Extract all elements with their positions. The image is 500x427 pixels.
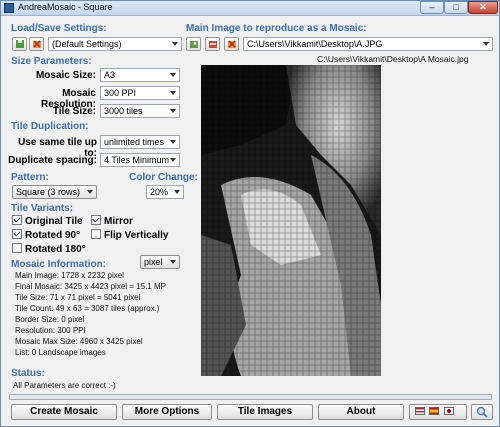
save-settings-button[interactable]: [12, 37, 27, 51]
info-unit-value: pixel: [144, 257, 163, 267]
chevron-down-icon: [170, 109, 176, 113]
color-change-select[interactable]: 20%: [146, 185, 184, 199]
magnifier-icon: [476, 406, 488, 418]
output-path: C:\Users\Vikkamit\Desktop\A Mosaic.jpg: [317, 54, 469, 64]
mosaic-size-label: Mosaic Size:: [35, 70, 96, 81]
title-bar[interactable]: AndreaMosaic - Square – □ ✕: [1, 1, 499, 16]
chevron-down-icon: [483, 42, 489, 46]
main-image-path-value: C:\Users\Vikkamit\Desktop\A.JPG: [247, 39, 383, 49]
info-line: Final Mosaic: 3425 x 4423 pixel = 15.1 M…: [15, 282, 166, 291]
mirror-checkbox[interactable]: Mirror: [91, 215, 133, 227]
minimize-button[interactable]: –: [420, 1, 444, 14]
close-button[interactable]: ✕: [468, 1, 498, 14]
mosaic-size-select[interactable]: A3: [100, 68, 180, 82]
color-change-heading: Color Change:: [129, 172, 198, 183]
tile-images-button[interactable]: Tile Images: [217, 404, 313, 420]
original-tile-label: Original Tile: [25, 216, 83, 227]
chevron-down-icon: [170, 140, 176, 144]
remove-image-icon: [228, 40, 236, 48]
info-line: Tile Count: 49 x 63 = 3087 tiles (approx…: [15, 304, 160, 313]
info-line: Main Image: 1728 x 2232 pixel: [15, 271, 124, 280]
rotated-90-checkbox[interactable]: Rotated 90°: [12, 229, 80, 241]
settings-preset-select[interactable]: (Default Settings): [48, 37, 182, 51]
chevron-down-icon: [170, 260, 176, 264]
delete-icon: [33, 40, 41, 48]
chevron-down-icon: [170, 158, 176, 162]
resolution-value: 300 PPI: [104, 88, 137, 98]
status-heading: Status:: [11, 368, 45, 379]
delete-settings-button[interactable]: [29, 37, 44, 51]
flip-vertically-checkbox[interactable]: Flip Vertically: [91, 229, 168, 241]
checkbox-box: [12, 215, 22, 225]
pattern-select[interactable]: Square (3 rows): [12, 185, 97, 199]
pattern-value: Square (3 rows): [16, 187, 81, 197]
chevron-down-icon: [170, 91, 176, 95]
app-window: AndreaMosaic - Square – □ ✕ Load/Save Se…: [0, 0, 500, 427]
mosaic-preview-image: [201, 65, 381, 376]
tile-size-value: 3000 tiles: [104, 106, 143, 116]
flip-vertically-label: Flip Vertically: [104, 230, 169, 241]
remove-image-button[interactable]: [224, 37, 239, 51]
main-image-heading: Main Image to reproduce as a Mosaic:: [186, 23, 367, 34]
open-image-icon: [190, 41, 198, 48]
info-line: Border Size: 0 pixel: [15, 315, 85, 324]
dup-spacing-value: 4 Tiles Minimum: [104, 155, 170, 165]
mosaic-picture: [201, 65, 381, 376]
chevron-down-icon: [172, 42, 178, 46]
tile-dup-heading: Tile Duplication:: [11, 121, 89, 132]
edit-image-button[interactable]: [205, 37, 220, 51]
load-save-heading: Load/Save Settings:: [11, 23, 107, 34]
mosaic-info-heading: Mosaic Information:: [11, 259, 107, 270]
checkbox-box: [12, 229, 22, 239]
info-line: Resolution: 300 PPI: [15, 326, 86, 335]
status-text: All Parameters are correct :-): [13, 381, 116, 390]
maximize-button[interactable]: □: [444, 1, 468, 14]
app-icon: [4, 3, 14, 13]
save-icon: [16, 40, 24, 48]
checkbox-box: [91, 229, 101, 239]
dup-spacing-select[interactable]: 4 Tiles Minimum: [100, 153, 180, 167]
original-tile-checkbox[interactable]: Original Tile: [12, 215, 83, 227]
mirror-label: Mirror: [104, 216, 133, 227]
use-same-value: unlimited times: [104, 137, 165, 147]
checkbox-box: [12, 243, 22, 253]
tile-size-label: Tile Size:: [52, 106, 96, 117]
checkbox-box: [91, 215, 101, 225]
chevron-down-icon: [87, 190, 93, 194]
info-line: Mosaic Max Size: 4960 x 3425 pixel: [15, 337, 143, 346]
progress-bar: [9, 394, 492, 400]
settings-preset-value: (Default Settings): [52, 39, 122, 49]
pattern-heading: Pattern:: [11, 172, 49, 183]
rotated-90-label: Rotated 90°: [25, 230, 81, 241]
info-unit-select[interactable]: pixel: [140, 255, 180, 269]
us-flag-icon[interactable]: [415, 407, 425, 415]
mosaic-size-value: A3: [104, 70, 116, 80]
window-title: AndreaMosaic - Square: [18, 2, 113, 12]
japan-flag-icon[interactable]: [444, 407, 454, 415]
tile-size-select[interactable]: 3000 tiles: [100, 104, 180, 118]
about-button[interactable]: About: [318, 404, 404, 420]
chevron-down-icon: [170, 73, 176, 77]
edit-image-icon: [209, 41, 217, 48]
more-options-button[interactable]: More Options: [122, 404, 212, 420]
rotated-180-label: Rotated 180°: [25, 244, 86, 255]
color-change-value: 20%: [150, 187, 169, 197]
size-params-heading: Size Parameters:: [11, 56, 92, 67]
use-same-select[interactable]: unlimited times: [100, 135, 180, 149]
info-line: List: 0 Landscape images: [15, 348, 106, 357]
open-image-button[interactable]: [186, 37, 201, 51]
create-mosaic-button[interactable]: Create Mosaic: [11, 404, 117, 420]
zoom-button[interactable]: [471, 404, 493, 420]
main-image-path-select[interactable]: C:\Users\Vikkamit\Desktop\A.JPG: [243, 37, 493, 51]
dup-spacing-label: Duplicate spacing:: [8, 155, 97, 166]
chevron-down-icon: [174, 190, 180, 194]
rotated-180-checkbox[interactable]: Rotated 180°: [12, 243, 86, 255]
tile-variants-heading: Tile Variants:: [11, 203, 74, 214]
info-line: Tile Size: 71 x 71 pixel = 5041 pixel: [15, 293, 141, 302]
resolution-select[interactable]: 300 PPI: [100, 86, 180, 100]
spain-flag-icon[interactable]: [429, 407, 439, 415]
